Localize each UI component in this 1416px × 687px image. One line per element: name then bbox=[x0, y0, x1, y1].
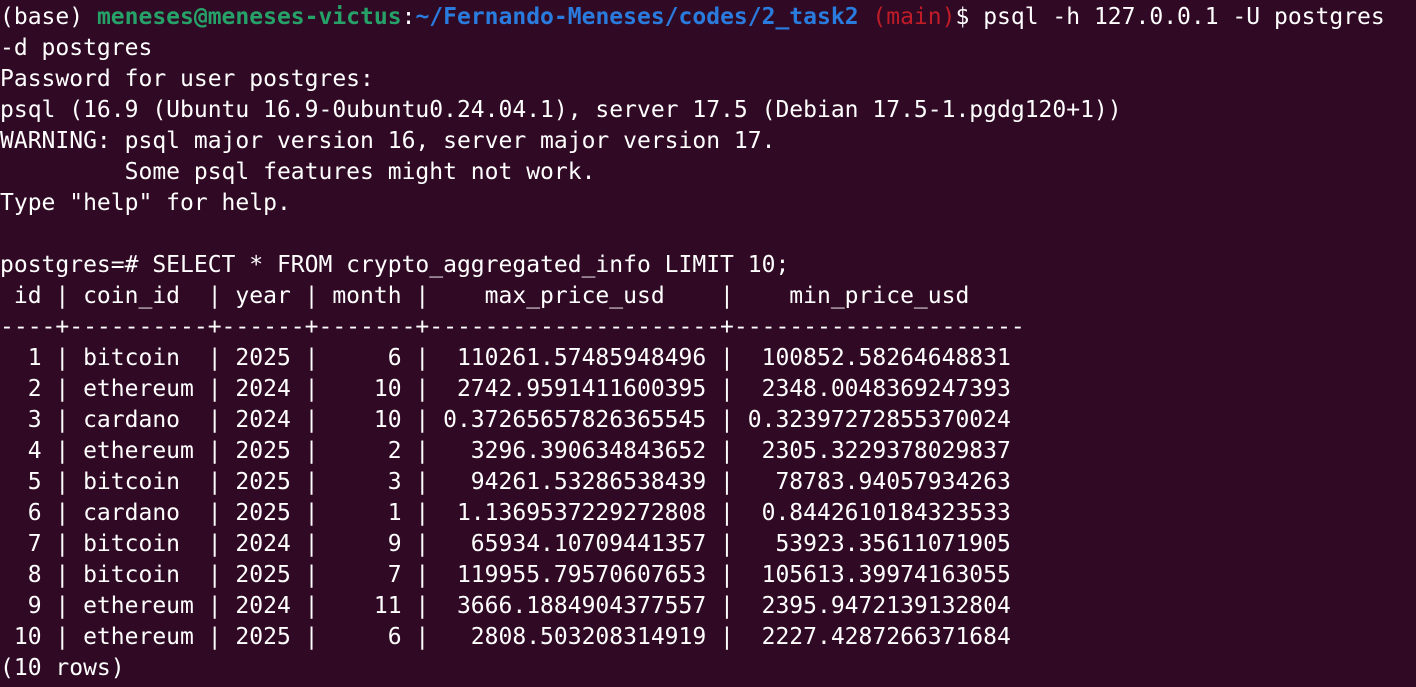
prompt-line: (base) meneses@meneses-victus:~/Fernando… bbox=[0, 2, 1416, 33]
query-line: postgres=# SELECT * FROM crypto_aggregat… bbox=[0, 252, 790, 278]
user-host: meneses@meneses-victus bbox=[96, 4, 402, 30]
table-row: 7 | bitcoin | 2024 | 9 | 65934.107094413… bbox=[0, 531, 1011, 557]
working-directory: ~/Fernando-Meneses/codes/2_task2 bbox=[415, 4, 859, 30]
table-row: 6 | cardano | 2025 | 1 | 1.1369537229272… bbox=[0, 500, 1011, 526]
table-row: 9 | ethereum | 2024 | 11 | 3666.18849043… bbox=[0, 593, 1011, 619]
table-header: id | coin_id | year | month | max_price_… bbox=[0, 283, 970, 309]
table-row: 8 | bitcoin | 2025 | 7 | 119955.79570607… bbox=[0, 562, 1011, 588]
table-row: 1 | bitcoin | 2025 | 6 | 110261.57485948… bbox=[0, 345, 1011, 371]
table-row: 5 | bitcoin | 2025 | 3 | 94261.532865384… bbox=[0, 469, 1011, 495]
version-line: psql (16.9 (Ubuntu 16.9-0ubuntu0.24.04.1… bbox=[0, 97, 1122, 123]
command-continuation: -d postgres bbox=[0, 35, 153, 61]
password-prompt: Password for user postgres: bbox=[0, 66, 374, 92]
warning-detail-line: Some psql features might not work. bbox=[0, 159, 596, 185]
terminal-window[interactable]: (base) meneses@meneses-victus:~/Fernando… bbox=[0, 0, 1416, 687]
table-row: 10 | ethereum | 2025 | 6 | 2808.50320831… bbox=[0, 624, 1011, 650]
prompt-colon: : bbox=[401, 4, 416, 30]
table-row: 3 | cardano | 2024 | 10 | 0.372656578263… bbox=[0, 407, 1011, 433]
warning-line: WARNING: psql major version 16, server m… bbox=[0, 128, 776, 154]
table-row: 2 | ethereum | 2024 | 10 | 2742.95914116… bbox=[0, 376, 1011, 402]
row-count: (10 rows) bbox=[0, 655, 125, 681]
table-row: 4 | ethereum | 2025 | 2 | 3296.390634843… bbox=[0, 438, 1011, 464]
git-branch: (main) bbox=[858, 4, 956, 30]
table-separator: ----+----------+------+-------+---------… bbox=[0, 314, 1025, 340]
command-text: psql -h 127.0.0.1 -U postgres bbox=[983, 4, 1385, 30]
prompt-dollar: $ bbox=[955, 4, 984, 30]
conda-env: (base) bbox=[0, 4, 97, 30]
help-line: Type "help" for help. bbox=[0, 190, 291, 216]
